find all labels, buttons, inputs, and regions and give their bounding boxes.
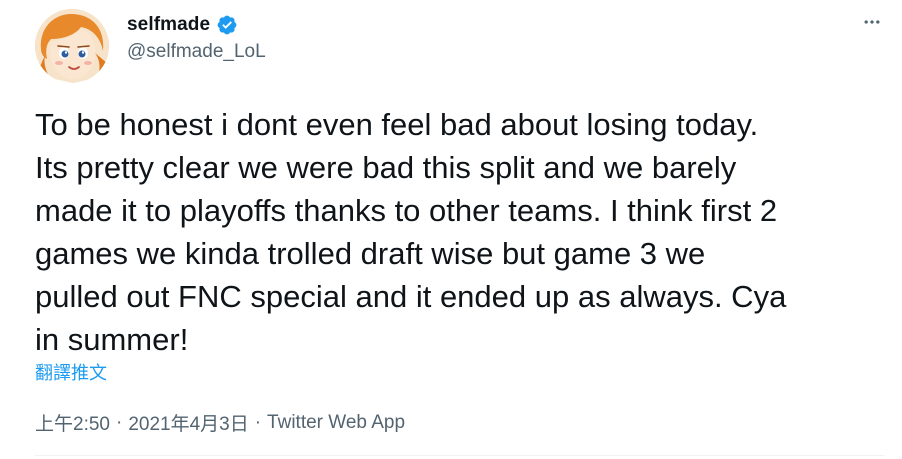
tweet-meta: 上午2:50 · 2021年4月3日 · Twitter Web App xyxy=(35,409,405,436)
display-name-row: selfmade xyxy=(127,12,266,38)
handle[interactable]: @selfmade_LoL xyxy=(127,41,266,63)
tweet-time[interactable]: 上午2:50 xyxy=(35,409,110,436)
divider xyxy=(35,455,884,456)
tweet-card: selfmade @selfmade_LoL To be honest i do… xyxy=(0,0,902,459)
tweet-date[interactable]: 2021年4月3日 xyxy=(128,409,248,436)
display-name[interactable]: selfmade xyxy=(127,14,210,36)
author-block: selfmade @selfmade_LoL xyxy=(127,12,266,63)
avatar[interactable] xyxy=(35,9,109,83)
meta-separator: · xyxy=(115,411,123,433)
avatar-image xyxy=(35,9,109,83)
translate-tweet-link[interactable]: 翻譯推文 xyxy=(35,359,107,385)
verified-badge-icon xyxy=(216,14,238,36)
tweet-source[interactable]: Twitter Web App xyxy=(267,412,405,434)
tweet-text: To be honest i dont even feel bad about … xyxy=(35,107,787,357)
meta-separator: · xyxy=(254,411,262,433)
more-dots-icon[interactable] xyxy=(860,10,884,34)
